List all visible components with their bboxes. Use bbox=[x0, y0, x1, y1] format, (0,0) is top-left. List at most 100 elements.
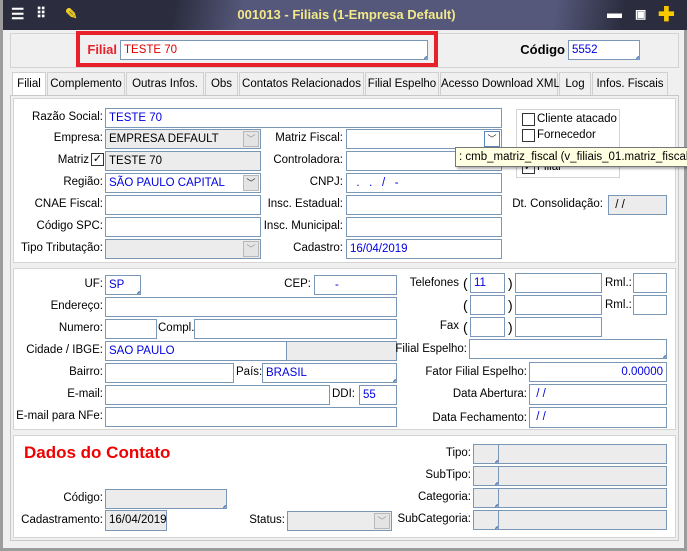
email-nfe-input[interactable] bbox=[105, 407, 397, 427]
tab-acesso-download-xml[interactable]: Acesso Download XML bbox=[440, 72, 560, 95]
paren: ) bbox=[508, 319, 513, 335]
phone1-rml-input[interactable] bbox=[633, 273, 667, 293]
email-input[interactable] bbox=[105, 385, 330, 405]
pais-label: País: bbox=[236, 366, 263, 378]
cnpj-label: CNPJ: bbox=[309, 176, 343, 188]
cadastro-input[interactable]: 16/04/2019 bbox=[346, 239, 502, 259]
codigo-spc-input[interactable] bbox=[105, 217, 261, 237]
insc-municipal-input[interactable] bbox=[346, 217, 502, 237]
subcategoria-label: SubCategoria: bbox=[397, 513, 471, 525]
matriz-fiscal-combo[interactable]: ﹀ bbox=[346, 129, 502, 149]
bairro-input[interactable] bbox=[105, 363, 234, 383]
insc-municipal-label: Insc. Municipal: bbox=[263, 220, 343, 232]
close-plus-icon[interactable]: ✚ bbox=[658, 2, 675, 27]
subtipo-code-input[interactable] bbox=[473, 466, 499, 486]
razao-social-input[interactable]: TESTE 70 bbox=[105, 108, 502, 128]
ddi-input[interactable]: 55 bbox=[359, 385, 397, 405]
tab-contatos-relacionados[interactable]: Contatos Relacionados bbox=[239, 72, 364, 95]
filial-espelho-input[interactable] bbox=[469, 339, 667, 359]
window-title: 001013 - Filiais (1-Empresa Default) bbox=[237, 7, 456, 22]
phone2-number-input[interactable] bbox=[515, 295, 602, 315]
phone2-ddd-input[interactable] bbox=[470, 295, 505, 315]
search-lens-icon bbox=[663, 355, 666, 358]
pais-input[interactable]: BRASIL bbox=[262, 363, 397, 383]
cidade-label: Cidade / IBGE: bbox=[26, 344, 103, 356]
regiao-label: Região: bbox=[63, 176, 103, 188]
fax-label: Fax bbox=[439, 320, 459, 332]
fator-label: Fator Filial Espelho: bbox=[425, 366, 527, 378]
categoria-code-input[interactable] bbox=[473, 488, 499, 508]
window: ☰ ⠿ ✎ 001013 - Filiais (1-Empresa Defaul… bbox=[0, 0, 687, 551]
data-fechamento-input[interactable]: / / bbox=[529, 407, 667, 428]
tab-outras-infos[interactable]: Outras Infos. bbox=[126, 72, 204, 95]
cliente-atacado-checkbox[interactable] bbox=[522, 113, 535, 126]
search-lens-icon bbox=[424, 56, 427, 59]
compl-input[interactable] bbox=[194, 319, 397, 339]
tab-infos-fiscais[interactable]: Infos. Fiscais bbox=[592, 72, 668, 95]
fornecedor-checkbox[interactable] bbox=[522, 129, 535, 142]
empresa-combo[interactable]: EMPRESA DEFAULT ﹀ bbox=[105, 129, 261, 149]
dt-consolidacao-input: / / bbox=[608, 195, 667, 215]
tab-obs[interactable]: Obs bbox=[205, 72, 238, 95]
search-lens-icon bbox=[636, 56, 639, 59]
matriz-label: Matriz bbox=[57, 154, 89, 166]
categoria-label: Categoria: bbox=[417, 491, 471, 503]
minimize-icon[interactable]: ▬ bbox=[607, 5, 622, 22]
matriz-input: TESTE 70 bbox=[105, 151, 261, 171]
uf-input[interactable]: SP bbox=[105, 275, 141, 295]
subtipo-label: SubTipo: bbox=[425, 469, 471, 481]
empresa-label: Empresa: bbox=[53, 132, 103, 144]
cnae-label: CNAE Fiscal: bbox=[34, 198, 103, 210]
codigo-spc-label: Código SPC: bbox=[36, 220, 103, 232]
codigo-input[interactable]: 5552 bbox=[568, 40, 640, 60]
tipo-tributacao-combo[interactable]: ﹀ bbox=[105, 239, 261, 259]
filial-label: Filial bbox=[87, 42, 117, 57]
ddi-label: DDI: bbox=[332, 388, 355, 400]
chevron-down-icon: ﹀ bbox=[484, 131, 500, 147]
contato-codigo-input[interactable] bbox=[105, 489, 227, 509]
cadastro-label: Cadastro: bbox=[293, 242, 343, 254]
tab-filial-espelho[interactable]: Filial Espelho bbox=[365, 72, 439, 95]
matriz-fiscal-label: Matriz Fiscal: bbox=[275, 132, 343, 144]
phone1-ddd-input[interactable]: 11 bbox=[470, 273, 505, 293]
title-bar: ☰ ⠿ ✎ 001013 - Filiais (1-Empresa Defaul… bbox=[3, 0, 687, 30]
search-lens-icon bbox=[393, 379, 396, 382]
numero-label: Numero: bbox=[58, 322, 103, 334]
fax-number-input[interactable] bbox=[515, 317, 602, 337]
cnpj-input[interactable]: . . / - bbox=[346, 173, 502, 193]
phone1-number-input[interactable] bbox=[515, 273, 602, 293]
paren: ) bbox=[508, 297, 513, 313]
subcategoria-desc-input bbox=[498, 510, 667, 530]
data-abertura-input[interactable]: / / bbox=[529, 384, 667, 405]
phone2-rml-input[interactable] bbox=[633, 295, 667, 315]
cnae-input[interactable] bbox=[105, 195, 261, 215]
subcategoria-code-input[interactable] bbox=[473, 510, 499, 530]
cidade-input[interactable]: SAO PAULO bbox=[105, 341, 287, 361]
paren: ( bbox=[463, 297, 468, 313]
tab-complemento[interactable]: Complemento bbox=[47, 72, 125, 95]
regiao-combo[interactable]: SÃO PAULO CAPITAL ﹀ bbox=[105, 173, 261, 193]
telefones-label: Telefones bbox=[409, 277, 459, 289]
fator-input[interactable]: 0.00000 bbox=[529, 362, 667, 382]
rml-label: Rml.: bbox=[605, 277, 632, 289]
controladora-label: Controladora: bbox=[273, 154, 343, 166]
tipo-label: Tipo: bbox=[445, 447, 471, 459]
insc-estadual-label: Insc. Estadual: bbox=[267, 198, 343, 210]
tab-log[interactable]: Log bbox=[559, 72, 591, 95]
tipo-code-input[interactable] bbox=[473, 444, 499, 464]
rml-label: Rml.: bbox=[605, 299, 632, 311]
insc-estadual-input[interactable] bbox=[346, 195, 502, 215]
numero-input[interactable] bbox=[105, 319, 157, 339]
endereco-label: Endereço: bbox=[50, 300, 103, 312]
cep-input[interactable]: - bbox=[314, 275, 397, 295]
endereco-input[interactable] bbox=[105, 297, 397, 317]
contato-title: Dados do Contato bbox=[24, 443, 171, 462]
status-combo[interactable]: ﹀ bbox=[287, 511, 392, 531]
fax-ddd-input[interactable] bbox=[470, 317, 505, 337]
matriz-checkbox[interactable]: ✓ bbox=[91, 153, 104, 166]
tab-filial[interactable]: Filial bbox=[12, 72, 46, 96]
maximize-icon[interactable]: ▣ bbox=[635, 7, 646, 21]
cadastramento-label: Cadastramento: bbox=[21, 514, 103, 526]
contato-codigo-label: Código: bbox=[63, 492, 103, 504]
filial-input[interactable]: TESTE 70 bbox=[120, 40, 428, 60]
